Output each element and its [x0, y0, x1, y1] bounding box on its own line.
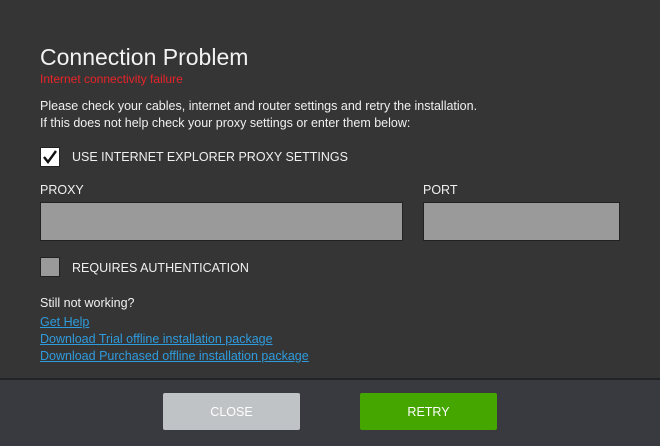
port-label: PORT — [423, 183, 458, 197]
instructions: Please check your cables, internet and r… — [40, 98, 477, 132]
port-input[interactable] — [423, 202, 620, 241]
retry-button[interactable]: RETRY — [360, 393, 497, 430]
download-purchased-link[interactable]: Download Purchased offline installation … — [40, 349, 309, 363]
footer-bar — [0, 378, 660, 446]
use-ie-proxy-label[interactable]: USE INTERNET EXPLORER PROXY SETTINGS — [72, 150, 348, 164]
requires-auth-checkbox[interactable] — [40, 257, 60, 277]
proxy-input[interactable] — [40, 202, 403, 241]
instructions-line-2: If this does not help check your proxy s… — [40, 116, 411, 130]
help-heading: Still not working? — [40, 296, 135, 310]
requires-auth-label[interactable]: REQUIRES AUTHENTICATION — [72, 261, 249, 275]
download-trial-link[interactable]: Download Trial offline installation pack… — [40, 332, 273, 346]
checkmark-icon — [43, 150, 57, 164]
proxy-label: PROXY — [40, 183, 84, 197]
dialog-title: Connection Problem — [40, 44, 249, 70]
instructions-line-1: Please check your cables, internet and r… — [40, 99, 478, 113]
close-button[interactable]: CLOSE — [163, 393, 300, 430]
get-help-link[interactable]: Get Help — [40, 315, 89, 329]
error-subtitle: Internet connectivity failure — [40, 72, 183, 86]
use-ie-proxy-checkbox[interactable] — [40, 147, 60, 167]
